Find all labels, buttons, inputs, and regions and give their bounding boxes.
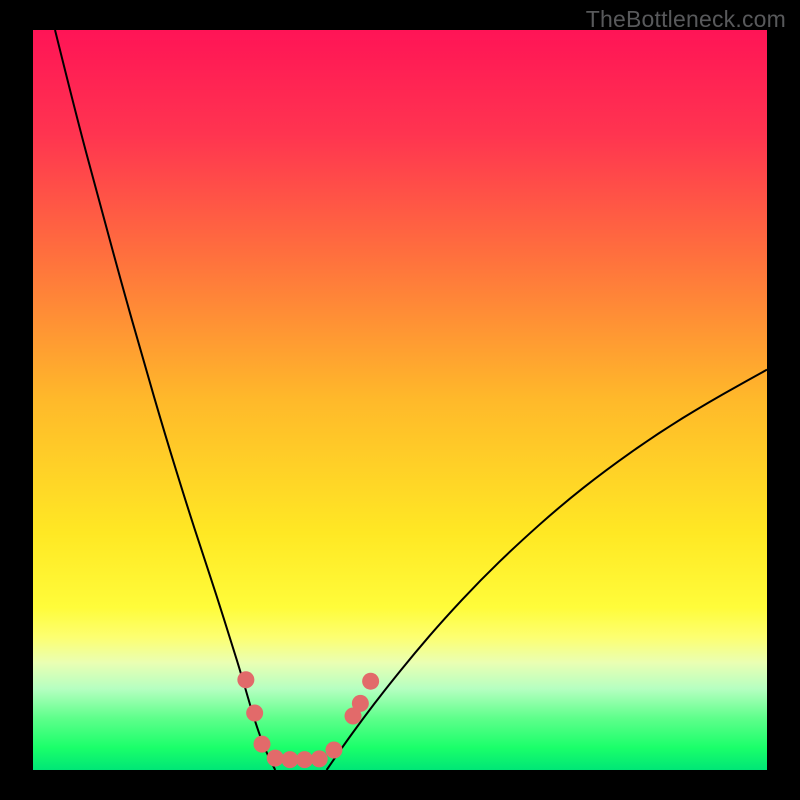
data-marker	[246, 705, 263, 722]
right-bottleneck-curve	[327, 370, 767, 770]
data-marker	[362, 673, 379, 690]
data-marker	[296, 751, 313, 768]
data-marker	[267, 750, 284, 767]
data-marker	[281, 751, 298, 768]
curve-layer	[33, 30, 767, 770]
data-marker	[254, 736, 271, 753]
watermark-text: TheBottleneck.com	[586, 6, 786, 33]
data-markers	[237, 671, 379, 768]
left-bottleneck-curve	[55, 30, 275, 770]
data-marker	[325, 742, 342, 759]
data-marker	[237, 671, 254, 688]
data-marker	[311, 750, 328, 767]
plot-frame	[33, 30, 767, 770]
data-marker	[352, 695, 369, 712]
